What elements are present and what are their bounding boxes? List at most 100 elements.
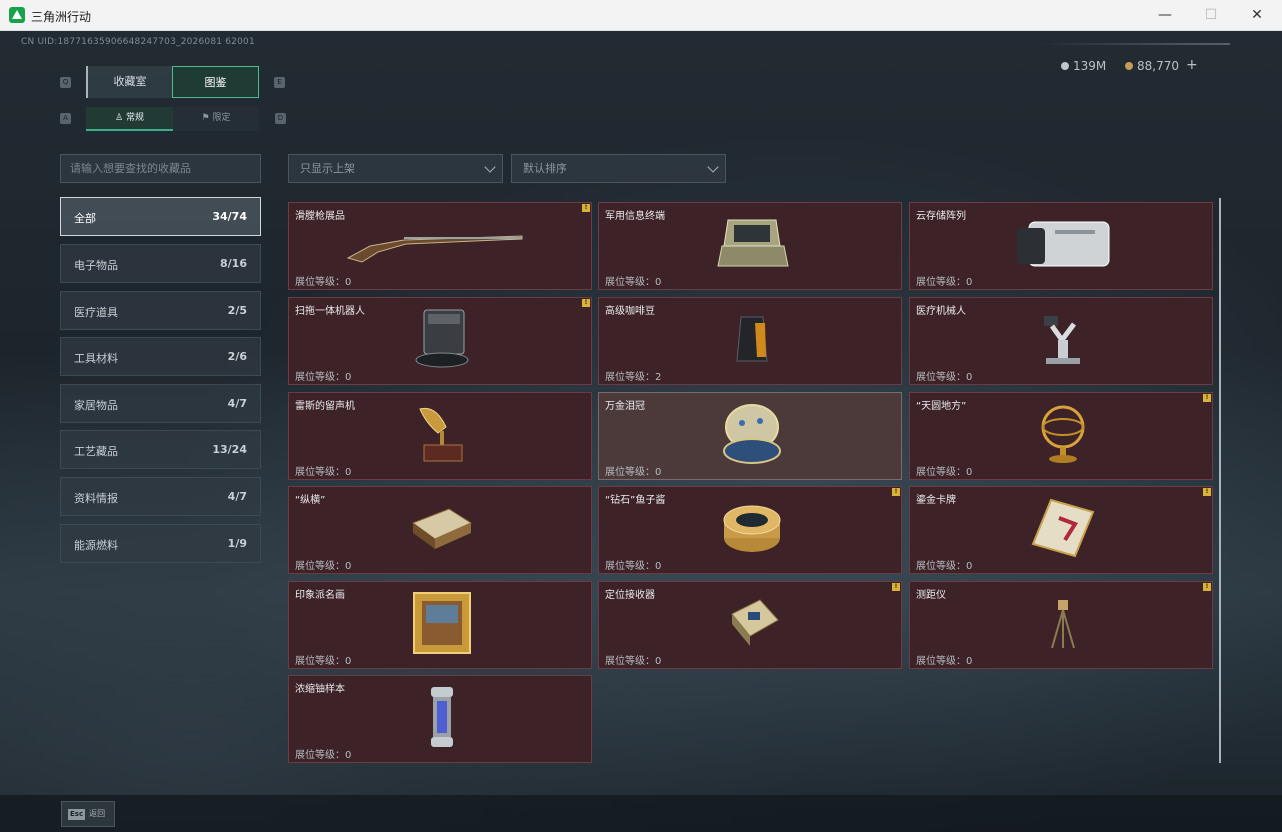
subtab-normal-label: 常规	[125, 113, 144, 123]
category-tools[interactable]: 工具材料 2/6	[60, 337, 261, 376]
key-hint-d: D	[275, 113, 286, 124]
maximize-button[interactable]: ☐	[1188, 0, 1234, 31]
category-label: 家居物品	[74, 399, 118, 412]
item-card[interactable]: 雷斯的留声机 展位等级：0	[288, 392, 592, 480]
item-level: 展位等级：0	[605, 656, 662, 667]
item-card[interactable]: 测距仪 ! 展位等级：0	[909, 581, 1213, 669]
item-level: 展位等级：0	[295, 467, 352, 478]
rangefinder-tripod-icon	[1020, 592, 1106, 654]
esc-key-hint: Esc	[68, 809, 86, 820]
item-level: 展位等级：0	[916, 467, 973, 478]
back-button[interactable]: Esc 返回	[61, 801, 115, 827]
currency-gold: 88,770	[1125, 59, 1179, 73]
key-hint-e: E	[274, 77, 285, 88]
add-currency-button[interactable]: +	[1186, 57, 1198, 73]
back-label: 返回	[89, 809, 106, 818]
item-card[interactable]: “纵横” 展位等级：0	[288, 486, 592, 574]
sort-dropdown[interactable]: 默认排序	[511, 154, 726, 183]
app-logo-icon	[9, 7, 25, 23]
category-household[interactable]: 家居物品 4/7	[60, 384, 261, 423]
item-card[interactable]: “钻石”鱼子酱 ! 展位等级：0	[598, 486, 902, 574]
item-level: 展位等级：0	[295, 561, 352, 572]
category-label: 医疗道具	[74, 306, 118, 319]
item-name: “天圆地方”	[916, 401, 967, 412]
item-level: 展位等级：0	[605, 467, 662, 478]
subtab-limited[interactable]: ⚑ 限定	[173, 107, 259, 131]
item-level: 展位等级：0	[295, 277, 352, 288]
item-level: 展位等级：0	[605, 277, 662, 288]
item-card[interactable]: “天圆地方” ! 展位等级：0	[909, 392, 1213, 480]
chess-box-icon	[399, 497, 485, 559]
item-name: 雷斯的留声机	[295, 401, 355, 412]
item-name: 印象派名画	[295, 590, 345, 601]
limited-tab-icon: ⚑	[201, 113, 213, 123]
item-name: 高级咖啡豆	[605, 306, 655, 317]
item-card[interactable]: 军用信息终端 展位等级：0	[598, 202, 902, 290]
category-intel[interactable]: 资料情报 4/7	[60, 477, 261, 516]
item-name: “纵横”	[295, 495, 326, 506]
item-card[interactable]: 高级咖啡豆 展位等级：2	[598, 297, 902, 385]
grid-scrollbar[interactable]	[1219, 198, 1221, 763]
category-all[interactable]: 全部 34/74	[60, 197, 261, 236]
category-count: 4/7	[227, 397, 247, 410]
item-name: 测距仪	[916, 590, 946, 601]
gold-coin-icon	[1125, 62, 1133, 70]
item-card-selected[interactable]: 万金泪冠 展位等级：0	[598, 392, 902, 480]
item-level: 展位等级：0	[605, 561, 662, 572]
chevron-down-icon	[707, 161, 719, 173]
item-name: 浓缩铀样本	[295, 684, 345, 695]
minimize-button[interactable]: —	[1142, 0, 1188, 31]
item-card[interactable]: 浓缩铀样本 展位等级：0	[288, 675, 592, 763]
category-count: 4/7	[227, 490, 247, 503]
category-label: 工艺藏品	[74, 445, 118, 458]
subtab-limited-label: 限定	[212, 113, 231, 123]
item-card[interactable]: 滑膛枪展品 ! 展位等级：0	[288, 202, 592, 290]
item-level: 展位等级：0	[916, 656, 973, 667]
subtab-normal[interactable]: ♙ 常规	[86, 107, 173, 131]
category-electronics[interactable]: 电子物品 8/16	[60, 244, 261, 283]
item-level: 展位等级：0	[295, 750, 352, 761]
show-filter-label: 只显示上架	[300, 162, 355, 175]
key-hint-a: A	[60, 113, 71, 124]
tab-collection-room[interactable]: 收藏室	[86, 66, 172, 98]
category-crafts[interactable]: 工艺藏品 13/24	[60, 430, 261, 469]
category-label: 资料情报	[74, 492, 118, 505]
close-button[interactable]: ✕	[1234, 0, 1280, 31]
category-medical[interactable]: 医疗道具 2/5	[60, 291, 261, 330]
item-card[interactable]: 医疗机械人 展位等级：0	[909, 297, 1213, 385]
item-name: 万金泪冠	[605, 401, 645, 412]
painting-frame-icon	[399, 592, 485, 654]
new-badge: !	[892, 583, 900, 591]
category-count: 1/9	[227, 537, 247, 550]
item-name: 滑膛枪展品	[295, 211, 345, 222]
item-card[interactable]: 扫拖一体机器人 ! 展位等级：0	[288, 297, 592, 385]
search-input[interactable]: 请输入想要查找的收藏品	[60, 154, 261, 183]
chevron-down-icon	[484, 161, 496, 173]
category-label: 电子物品	[74, 259, 118, 272]
silver-coin-icon	[1061, 62, 1069, 70]
category-label: 全部	[74, 212, 96, 225]
item-level: 展位等级：0	[295, 656, 352, 667]
uranium-canister-icon	[399, 686, 485, 748]
item-level: 展位等级：0	[916, 277, 973, 288]
category-energy[interactable]: 能源燃料 1/9	[60, 524, 261, 563]
medical-robot-icon	[1020, 308, 1106, 370]
item-card[interactable]: 鎏金卡牌 ! 展位等级：0	[909, 486, 1213, 574]
item-card[interactable]: 云存储阵列 展位等级：0	[909, 202, 1213, 290]
currency-gold-value: 88,770	[1137, 59, 1179, 73]
category-count: 2/6	[227, 350, 247, 363]
show-filter-dropdown[interactable]: 只显示上架	[288, 154, 503, 183]
tab-atlas[interactable]: 图鉴	[172, 66, 259, 98]
item-card[interactable]: 定位接收器 ! 展位等级：0	[598, 581, 902, 669]
currency-silver: 139M	[1061, 59, 1106, 73]
item-card[interactable]: 印象派名画 展位等级：0	[288, 581, 592, 669]
new-badge: !	[582, 299, 590, 307]
jeweled-crown-icon	[709, 403, 795, 465]
item-name: 鎏金卡牌	[916, 495, 956, 506]
gilded-card-icon	[1020, 497, 1106, 559]
category-count: 2/5	[227, 304, 247, 317]
armillary-sphere-icon	[1020, 403, 1106, 465]
new-badge: !	[892, 488, 900, 496]
category-count: 8/16	[220, 257, 247, 270]
new-badge: !	[1203, 394, 1211, 402]
